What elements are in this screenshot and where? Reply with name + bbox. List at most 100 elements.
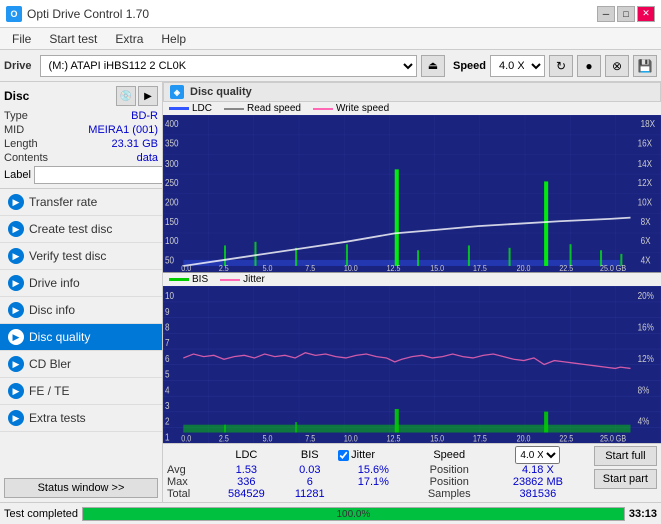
- stats-samples-label: Samples: [408, 488, 490, 500]
- svg-text:9: 9: [165, 306, 170, 317]
- svg-text:1: 1: [165, 431, 170, 442]
- sidebar-item-fe-te[interactable]: ▶ FE / TE: [0, 378, 162, 405]
- svg-text:2: 2: [165, 416, 170, 427]
- jitter-checkbox[interactable]: [338, 450, 349, 461]
- sidebar-item-drive-info[interactable]: ▶ Drive info: [0, 270, 162, 297]
- minimize-button[interactable]: ─: [597, 6, 615, 22]
- svg-text:7.5: 7.5: [305, 263, 315, 272]
- extra-tests-icon: ▶: [8, 410, 24, 426]
- stats-max-label: Max: [167, 476, 211, 488]
- svg-text:20.0: 20.0: [517, 434, 531, 443]
- svg-text:10.0: 10.0: [344, 434, 358, 443]
- svg-text:3: 3: [165, 400, 170, 411]
- svg-text:250: 250: [165, 178, 179, 189]
- disc-btn-1[interactable]: 💿: [116, 86, 136, 106]
- eject-button[interactable]: ⏏: [421, 55, 445, 77]
- status-text: Test completed: [4, 508, 78, 520]
- disc-contents-field: Contents data: [4, 152, 158, 164]
- refresh-button[interactable]: ↻: [549, 55, 573, 77]
- start-part-button[interactable]: Start part: [594, 469, 657, 489]
- erase-button[interactable]: ⊗: [605, 55, 629, 77]
- save-button[interactable]: 💾: [633, 55, 657, 77]
- disc-section: Disc 💿 ▶ Type BD-R MID MEIRA1 (001) Leng…: [0, 82, 162, 189]
- svg-text:20%: 20%: [638, 290, 654, 301]
- legend-write-speed: Write speed: [313, 103, 389, 114]
- svg-text:10X: 10X: [638, 197, 652, 208]
- drive-select[interactable]: (M:) ATAPI iHBS112 2 CL0K: [40, 55, 417, 77]
- svg-text:5: 5: [165, 369, 170, 380]
- svg-text:10: 10: [165, 290, 174, 301]
- stats-speed-label: Position: [408, 464, 490, 476]
- chart-title-text: Disc quality: [190, 86, 252, 98]
- svg-text:5.0: 5.0: [263, 434, 273, 443]
- svg-text:22.5: 22.5: [559, 263, 573, 272]
- sidebar-item-create-test-disc[interactable]: ▶ Create test disc: [0, 216, 162, 243]
- stats-speed-value: 4.18 X: [490, 464, 586, 476]
- sidebar-item-disc-info[interactable]: ▶ Disc info: [0, 297, 162, 324]
- stats-header-speed: Speed: [408, 446, 490, 464]
- disc-icon-button[interactable]: ●: [577, 55, 601, 77]
- svg-text:16%: 16%: [638, 322, 654, 333]
- speed-select[interactable]: 4.0 X 2.0 X 8.0 X: [490, 55, 545, 77]
- svg-text:4X: 4X: [641, 255, 651, 266]
- svg-text:2.5: 2.5: [219, 263, 229, 272]
- svg-text:7: 7: [165, 337, 170, 348]
- stats-position-value: 23862 MB: [490, 476, 586, 488]
- stats-total-ldc: 584529: [211, 488, 281, 500]
- svg-text:6X: 6X: [641, 236, 651, 247]
- stats-position-label: Position: [408, 476, 490, 488]
- time-display: 33:13: [629, 508, 657, 520]
- svg-text:17.5: 17.5: [473, 434, 487, 443]
- disc-quality-icon: ▶: [8, 329, 24, 345]
- start-full-button[interactable]: Start full: [594, 446, 657, 466]
- stats-table: LDC BIS Jitter Speed 4.0 X: [167, 446, 586, 500]
- stats-header-bis: BIS: [281, 446, 338, 464]
- svg-text:8X: 8X: [641, 216, 651, 227]
- maximize-button[interactable]: □: [617, 6, 635, 22]
- menu-bar: File Start test Extra Help: [0, 28, 661, 50]
- app-icon: O: [6, 6, 22, 22]
- disc-quality-chart1: LDC Read speed Write speed: [163, 102, 661, 273]
- svg-text:5.0: 5.0: [263, 263, 273, 272]
- svg-text:12%: 12%: [638, 353, 654, 364]
- stats-avg-ldc: 1.53: [211, 464, 281, 476]
- svg-text:10.0: 10.0: [344, 263, 358, 272]
- legend-bis: BIS: [169, 274, 208, 285]
- chart-title-bar: ◈ Disc quality: [163, 82, 661, 102]
- menu-file[interactable]: File: [4, 30, 39, 48]
- stats-avg-label: Avg: [167, 464, 211, 476]
- menu-help[interactable]: Help: [153, 30, 194, 48]
- svg-text:200: 200: [165, 197, 179, 208]
- sidebar-item-disc-quality[interactable]: ▶ Disc quality: [0, 324, 162, 351]
- sidebar-item-extra-tests[interactable]: ▶ Extra tests: [0, 405, 162, 432]
- menu-start-test[interactable]: Start test: [41, 30, 105, 48]
- sidebar-item-cd-bler[interactable]: ▶ CD Bler: [0, 351, 162, 378]
- progress-container: 100.0%: [82, 507, 625, 521]
- menu-extra[interactable]: Extra: [107, 30, 151, 48]
- sidebar-item-transfer-rate[interactable]: ▶ Transfer rate: [0, 189, 162, 216]
- stats-speed-select[interactable]: 4.0 X: [515, 446, 560, 464]
- status-window-button[interactable]: Status window >>: [4, 478, 158, 498]
- disc-mid-field: MID MEIRA1 (001): [4, 124, 158, 136]
- cd-bler-icon: ▶: [8, 356, 24, 372]
- svg-text:8: 8: [165, 322, 170, 333]
- disc-btn-2[interactable]: ▶: [138, 86, 158, 106]
- svg-text:15.0: 15.0: [430, 434, 444, 443]
- speed-label: Speed: [453, 60, 486, 72]
- svg-text:0.0: 0.0: [181, 434, 191, 443]
- close-button[interactable]: ✕: [637, 6, 655, 22]
- disc-label-row: Label ✎: [4, 166, 158, 184]
- svg-text:17.5: 17.5: [473, 263, 487, 272]
- stats-section: LDC BIS Jitter Speed 4.0 X: [163, 443, 661, 502]
- svg-text:12.5: 12.5: [387, 263, 401, 272]
- svg-text:150: 150: [165, 216, 179, 227]
- disc-info-icon: ▶: [8, 302, 24, 318]
- content-area: ◈ Disc quality LDC Read speed: [163, 82, 661, 502]
- stats-avg-bis: 0.03: [281, 464, 338, 476]
- disc-label-input[interactable]: [34, 166, 163, 184]
- sidebar-item-verify-test-disc[interactable]: ▶ Verify test disc: [0, 243, 162, 270]
- svg-text:25.0 GB: 25.0 GB: [600, 434, 627, 443]
- bottom-bar: Test completed 100.0% 33:13: [0, 502, 661, 524]
- svg-text:22.5: 22.5: [559, 434, 573, 443]
- title-bar: O Opti Drive Control 1.70 ─ □ ✕: [0, 0, 661, 28]
